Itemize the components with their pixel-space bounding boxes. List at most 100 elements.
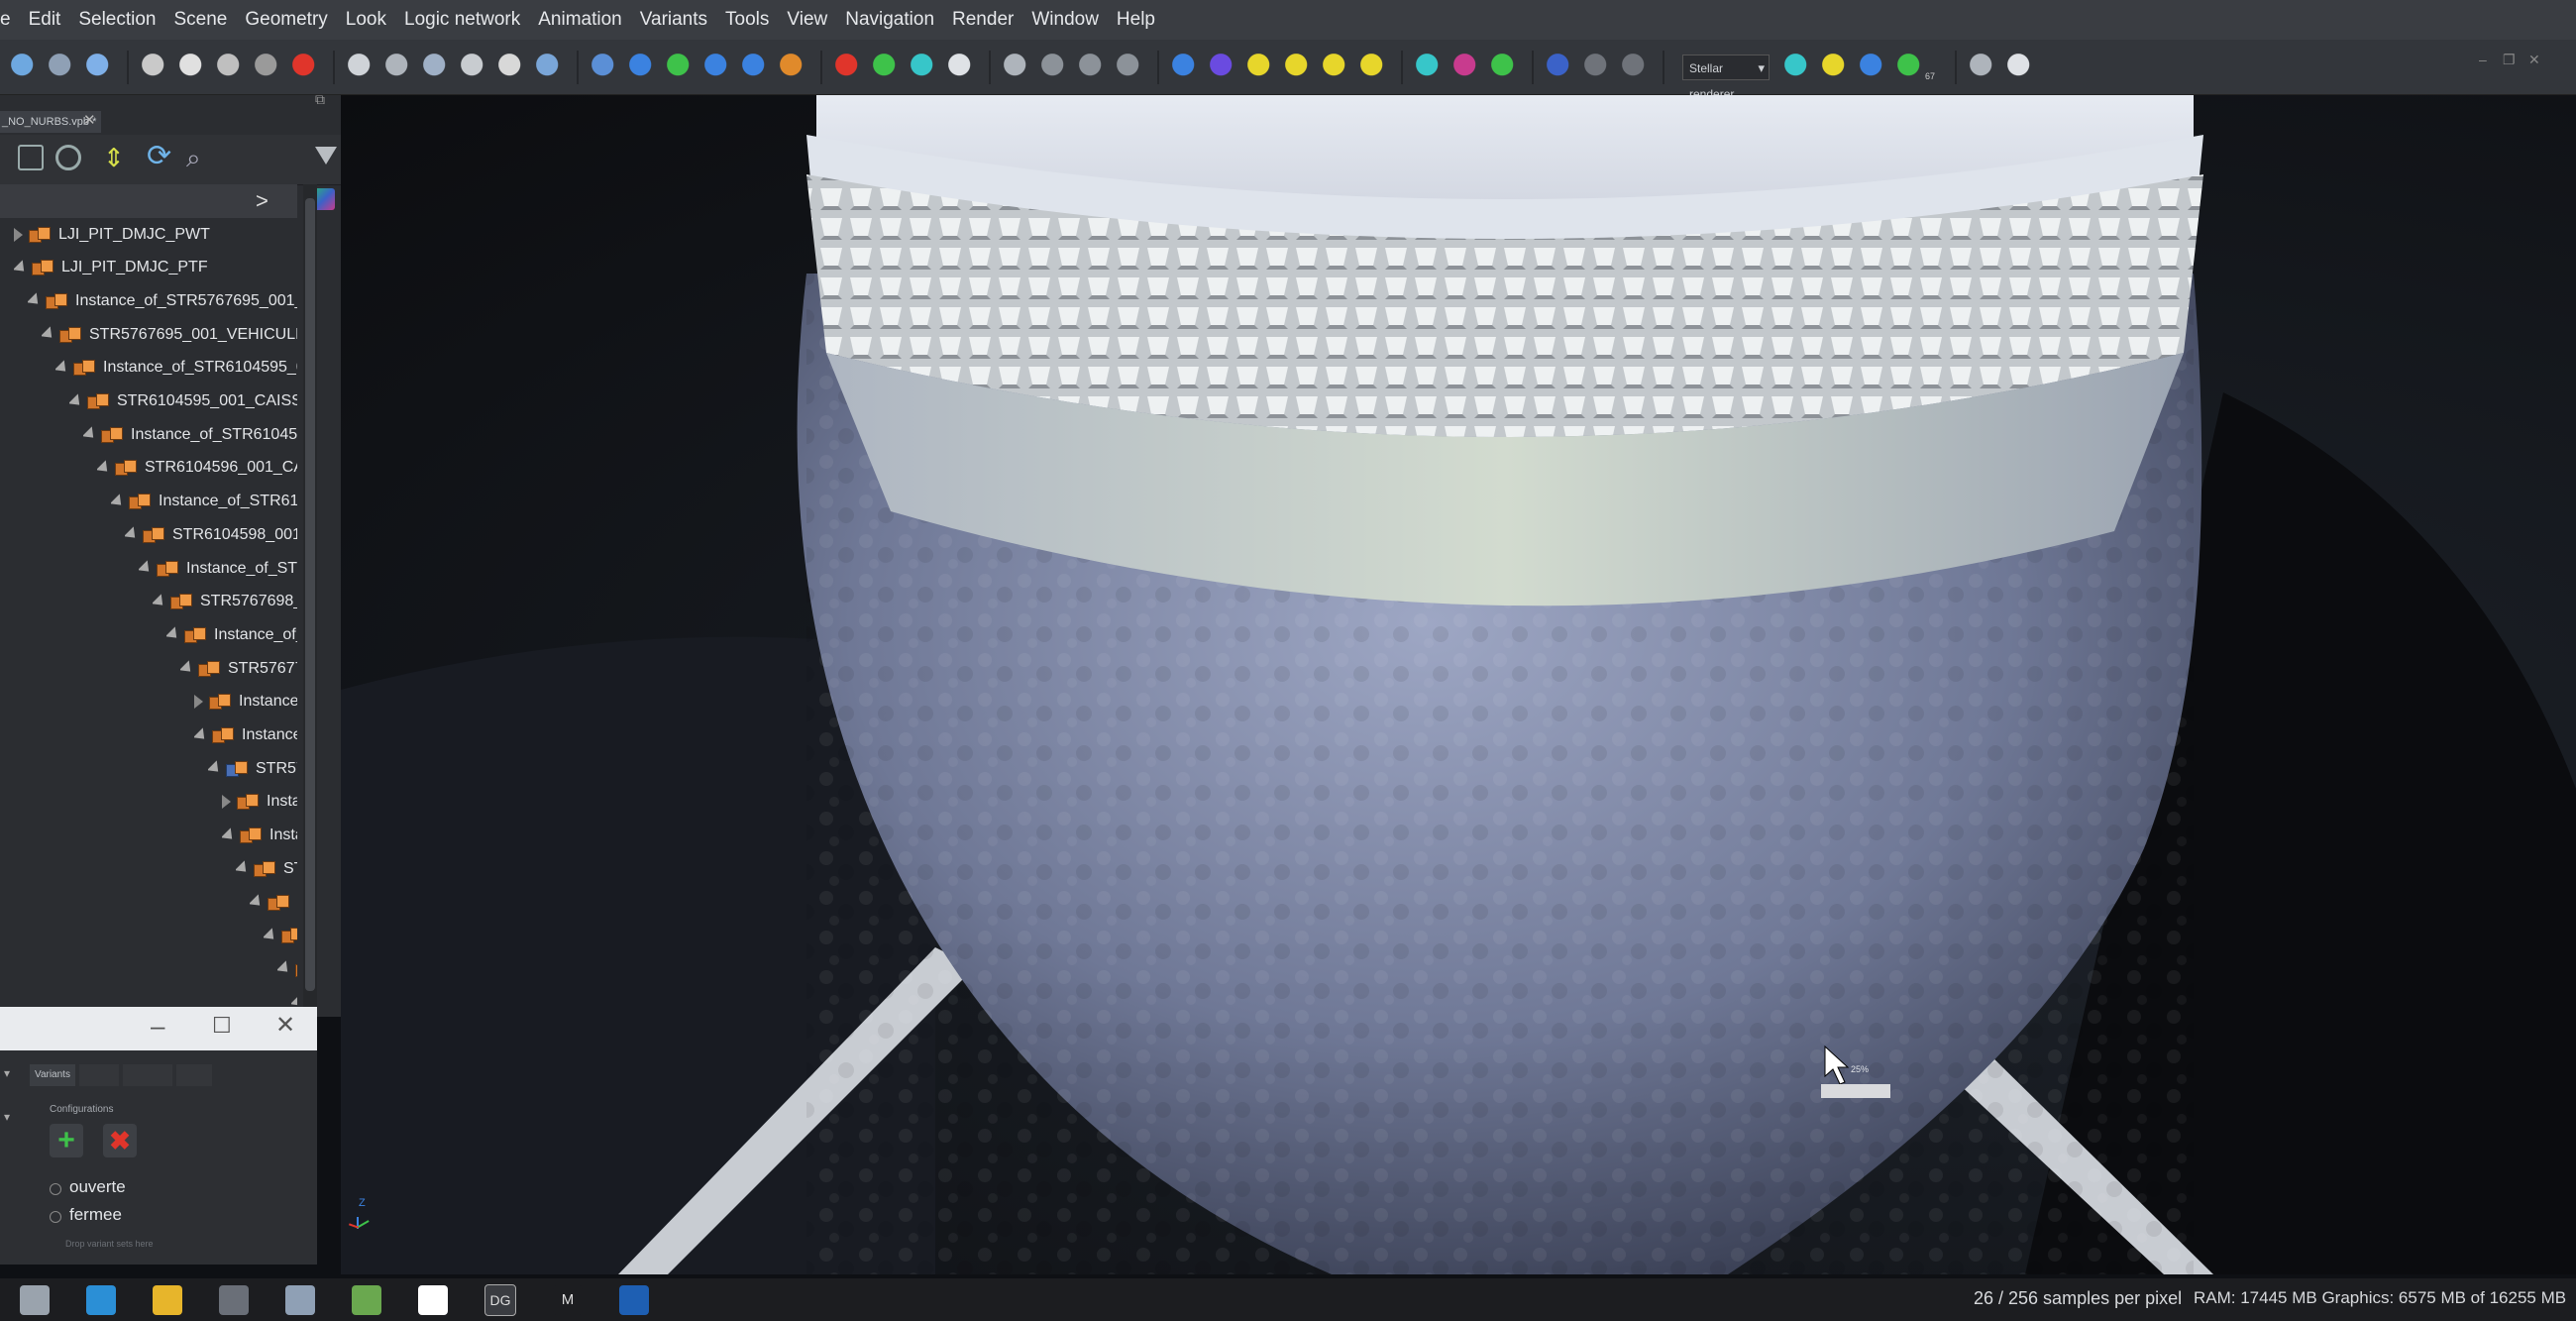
material-icon[interactable] — [591, 53, 619, 81]
expanded-arrow-icon[interactable] — [208, 760, 224, 777]
branch-icon[interactable] — [1822, 53, 1850, 81]
shader-icon[interactable] — [1360, 53, 1388, 81]
tree-row[interactable]: In — [250, 886, 297, 919]
tree-row[interactable]: STR576772 — [180, 652, 297, 685]
box-icon[interactable] — [1453, 53, 1481, 81]
undo-icon[interactable] — [142, 53, 169, 81]
expanded-arrow-icon[interactable] — [83, 426, 99, 443]
hierarchy-icon[interactable] — [18, 145, 44, 170]
menu-item-render[interactable]: Render — [952, 9, 1014, 31]
menu-item-look[interactable]: Look — [346, 9, 386, 31]
render-icon[interactable] — [536, 53, 564, 81]
tree-scrollbar-thumb[interactable] — [305, 198, 315, 991]
variant-item-ouverte[interactable]: ouverte — [69, 1177, 126, 1197]
expanded-arrow-icon[interactable] — [139, 560, 155, 577]
tree-row[interactable] — [264, 920, 297, 952]
bear-app-icon[interactable] — [352, 1284, 381, 1315]
tree-row[interactable]: LJI_PIT_DMJC_PWT — [14, 218, 210, 251]
axis-icon[interactable] — [1117, 53, 1144, 81]
region-icon[interactable] — [948, 53, 976, 81]
window-close-icon[interactable]: ✕ — [2528, 52, 2540, 68]
box-icon[interactable] — [1491, 53, 1519, 81]
variant-item-fermee[interactable]: fermee — [69, 1205, 122, 1225]
menu-item-geometry[interactable]: Geometry — [245, 9, 327, 31]
inactive-tab[interactable] — [123, 1064, 172, 1086]
search-tree-icon[interactable]: ⌕ — [186, 143, 201, 174]
menu-item-e[interactable]: e — [0, 9, 11, 31]
globe-icon[interactable]: 67 — [1897, 53, 1935, 81]
minimize-icon[interactable]: – — [151, 1011, 164, 1042]
expanded-arrow-icon[interactable] — [55, 360, 71, 377]
tree-row[interactable]: LJI_PIT_DMJC_PTF — [14, 252, 208, 284]
window-restore-icon[interactable]: ❐ — [2503, 52, 2516, 68]
tree-row[interactable]: Instance_of_STR6104 — [111, 486, 297, 518]
tree-row[interactable]: STR576 — [208, 752, 297, 785]
expanded-arrow-icon[interactable] — [69, 392, 85, 410]
expanded-arrow-icon[interactable] — [264, 928, 279, 944]
expanded-arrow-icon[interactable] — [111, 493, 127, 510]
open-icon[interactable] — [11, 53, 39, 81]
3d-viewport[interactable]: 25% Z — [341, 95, 2576, 1274]
shader-icon[interactable] — [1285, 53, 1313, 81]
files-icon[interactable] — [153, 1284, 182, 1315]
scale-icon[interactable] — [780, 53, 807, 81]
shade-icon[interactable] — [1622, 53, 1650, 81]
shade-icon[interactable] — [1584, 53, 1612, 81]
collapsed-arrow-icon[interactable] — [14, 227, 23, 242]
menu-item-edit[interactable]: Edit — [29, 9, 61, 31]
axis-icon[interactable] — [1041, 53, 1069, 81]
tree-row[interactable]: STR6104596_001_CAIS — [97, 452, 297, 485]
expanded-arrow-icon[interactable] — [166, 626, 182, 644]
breadcrumb-arrow[interactable]: > — [256, 188, 268, 214]
shade-icon[interactable] — [1547, 53, 1574, 81]
expanded-arrow-icon[interactable] — [153, 594, 168, 610]
tree-row[interactable] — [277, 952, 297, 985]
expanded-arrow-icon[interactable] — [250, 894, 266, 911]
tab-variants[interactable]: Variants — [30, 1064, 75, 1086]
camera-icon[interactable] — [385, 53, 413, 81]
menu-item-view[interactable]: View — [787, 9, 827, 31]
tree-row[interactable]: Instance_( — [194, 719, 297, 752]
save-icon[interactable] — [86, 53, 114, 81]
tree-row[interactable]: Instance_of_STR6104596 — [83, 418, 297, 451]
expanded-arrow-icon[interactable] — [277, 960, 293, 978]
add-variant-button[interactable]: + — [50, 1124, 83, 1157]
window-icon[interactable] — [1970, 53, 1997, 81]
edge-icon[interactable] — [86, 1284, 116, 1315]
variant-radio[interactable] — [50, 1183, 61, 1195]
import-icon[interactable] — [49, 53, 76, 81]
collapse-icon[interactable]: ⇕ — [103, 143, 125, 173]
tree-row[interactable]: STR6104598_001_P — [125, 518, 297, 551]
expanded-arrow-icon[interactable] — [14, 260, 30, 276]
expanded-arrow-icon[interactable] — [28, 292, 44, 310]
settings-icon[interactable] — [55, 145, 81, 170]
shader-icon[interactable] — [1247, 53, 1275, 81]
tree-row[interactable]: STR — [236, 852, 297, 885]
axis-icon[interactable] — [1004, 53, 1031, 81]
tree-row[interactable]: Instance_( — [194, 686, 297, 718]
refresh-icon[interactable]: ⟳ — [147, 139, 171, 173]
filter-icon[interactable] — [315, 147, 337, 165]
delete-icon[interactable] — [292, 53, 320, 81]
menu-item-window[interactable]: Window — [1031, 9, 1099, 31]
collapsed-arrow-icon[interactable] — [194, 695, 203, 710]
menu-item-tools[interactable]: Tools — [725, 9, 769, 31]
tree-row[interactable]: STR5767695_001_VEHICULE E( — [42, 318, 297, 351]
dropdown-arrow-icon[interactable]: ▾ — [4, 1110, 10, 1124]
close-icon[interactable]: ✕ — [83, 111, 96, 129]
move-icon[interactable] — [704, 53, 732, 81]
tree-row[interactable]: Instance_of_S — [166, 618, 297, 651]
tree-row[interactable]: Instance_of_STR5767695_001_VE — [28, 284, 297, 317]
sync-icon[interactable] — [1784, 53, 1812, 81]
cut-icon[interactable] — [179, 53, 207, 81]
shader-icon[interactable] — [1323, 53, 1350, 81]
menu-item-animation[interactable]: Animation — [538, 9, 622, 31]
inactive-tab[interactable] — [176, 1064, 212, 1086]
expanded-arrow-icon[interactable] — [180, 660, 196, 677]
pivot-icon[interactable] — [835, 53, 863, 81]
texture-icon[interactable] — [629, 53, 657, 81]
paste-icon[interactable] — [255, 53, 282, 81]
menu-item-variants[interactable]: Variants — [640, 9, 707, 31]
tree-row[interactable]: Instance_of_STR6104595_00 — [55, 352, 297, 385]
renderer-select[interactable]: Stellar renderer — [1682, 54, 1770, 101]
